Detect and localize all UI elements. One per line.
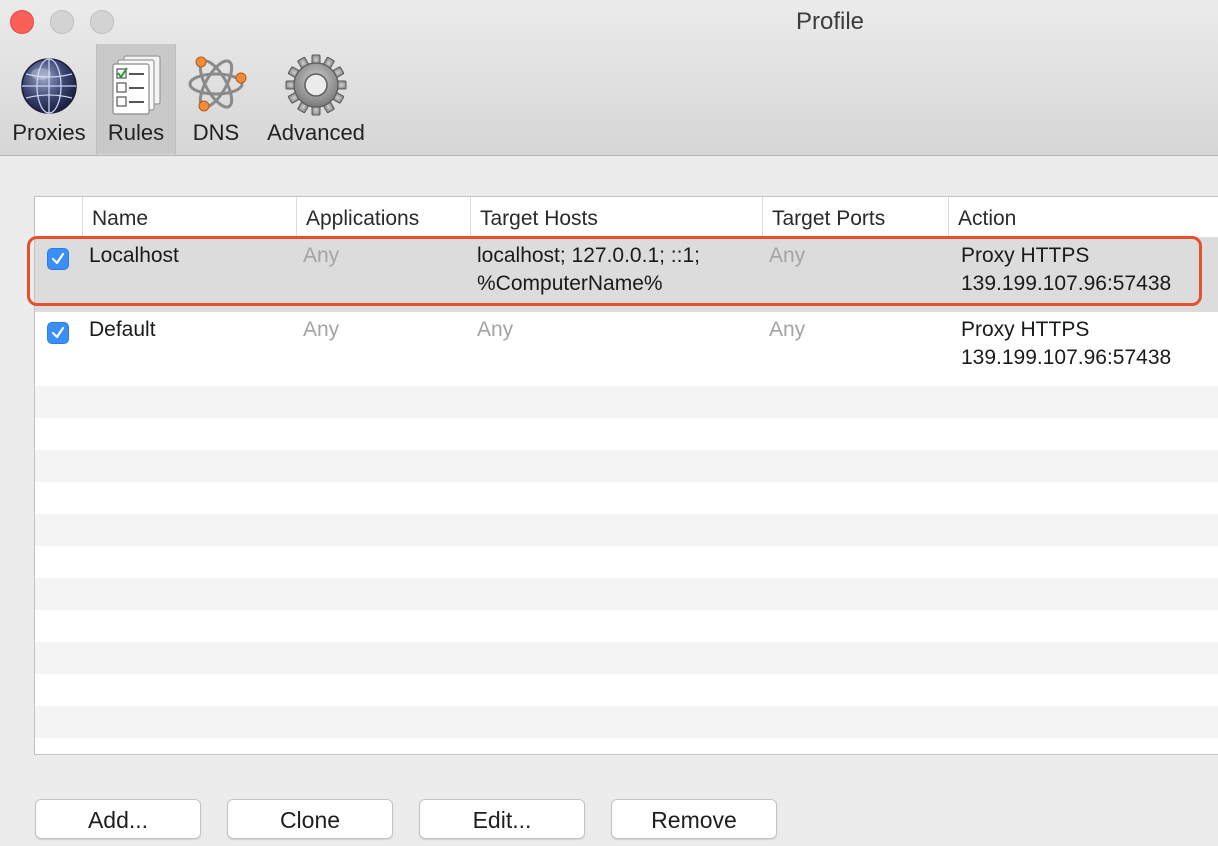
table-row-default[interactable]: Default Any Any Any Proxy HTTPS 139.199.… — [35, 312, 1218, 386]
close-window-button[interactable] — [10, 10, 34, 34]
empty-row — [35, 674, 1218, 706]
empty-row — [35, 546, 1218, 578]
rule-target-ports: Any — [769, 318, 806, 341]
toolbar-dns-label: DNS — [192, 120, 240, 145]
empty-row — [35, 514, 1218, 546]
empty-row — [35, 418, 1218, 450]
remove-rule-button[interactable]: Remove — [611, 799, 777, 839]
rule-name: Default — [89, 318, 156, 341]
empty-row — [35, 578, 1218, 610]
empty-row — [35, 642, 1218, 674]
rule-target-ports: Any — [769, 244, 806, 267]
toolbar-proxies-label: Proxies — [12, 120, 86, 145]
table-row-localhost[interactable]: Localhost Any localhost; 127.0.0.1; ::1;… — [35, 238, 1218, 312]
column-header-enabled[interactable] — [35, 197, 82, 237]
rule-applications: Any — [303, 318, 340, 341]
rule-name: Localhost — [89, 244, 179, 267]
globe-icon — [17, 52, 81, 116]
toolbar-advanced[interactable]: Advanced — [262, 44, 370, 154]
empty-row — [35, 610, 1218, 642]
toolbar-advanced-label: Advanced — [267, 120, 365, 145]
toolbar-rules-label: Rules — [107, 120, 165, 145]
rules-list-icon — [104, 52, 168, 116]
empty-row — [35, 706, 1218, 738]
window-title: Profile — [795, 8, 865, 35]
column-header-name[interactable]: Name — [82, 197, 296, 237]
clone-rule-button[interactable]: Clone — [227, 799, 393, 839]
toolbar-dns[interactable]: DNS — [178, 44, 254, 154]
profile-window: Profile Proxies Rules DNS Advanced Name … — [0, 0, 1218, 846]
rule-action-line1: Proxy HTTPS — [961, 318, 1090, 341]
edit-rule-button[interactable]: Edit... — [419, 799, 585, 839]
rules-table: Name Applications Target Hosts Target Po… — [34, 196, 1218, 755]
rule-target-hosts-line2: %ComputerName% — [477, 272, 663, 295]
rule-action-line2: 139.199.107.96:57438 — [961, 346, 1172, 369]
column-header-target-hosts[interactable]: Target Hosts — [470, 197, 762, 237]
table-rows: Localhost Any localhost; 127.0.0.1; ::1;… — [35, 238, 1218, 754]
rule-action-line1: Proxy HTTPS — [961, 244, 1090, 267]
minimize-window-button[interactable] — [50, 10, 74, 34]
empty-row — [35, 482, 1218, 514]
empty-row — [35, 450, 1218, 482]
column-header-action[interactable]: Action — [948, 197, 1218, 237]
toolbar-rules[interactable]: Rules — [96, 44, 176, 154]
toolbar-proxies[interactable]: Proxies — [4, 44, 94, 154]
empty-row — [35, 738, 1218, 754]
rule-target-hosts-line1: Any — [477, 318, 514, 341]
column-header-applications[interactable]: Applications — [296, 197, 470, 237]
rule-target-hosts-line1: localhost; 127.0.0.1; ::1; — [477, 244, 700, 267]
empty-row — [35, 386, 1218, 418]
rule-applications: Any — [303, 244, 340, 267]
titlebar-toolbar: Profile Proxies Rules DNS Advanced — [0, 0, 1218, 156]
rule-enabled-checkbox[interactable] — [47, 248, 69, 270]
rule-enabled-checkbox[interactable] — [47, 322, 69, 344]
add-rule-button[interactable]: Add... — [35, 799, 201, 839]
rule-action-line2: 139.199.107.96:57438 — [961, 272, 1172, 295]
gear-icon — [284, 52, 348, 116]
dns-network-icon — [184, 52, 248, 116]
column-header-target-ports[interactable]: Target Ports — [762, 197, 948, 237]
zoom-window-button[interactable] — [90, 10, 114, 34]
table-header: Name Applications Target Hosts Target Po… — [35, 197, 1218, 238]
